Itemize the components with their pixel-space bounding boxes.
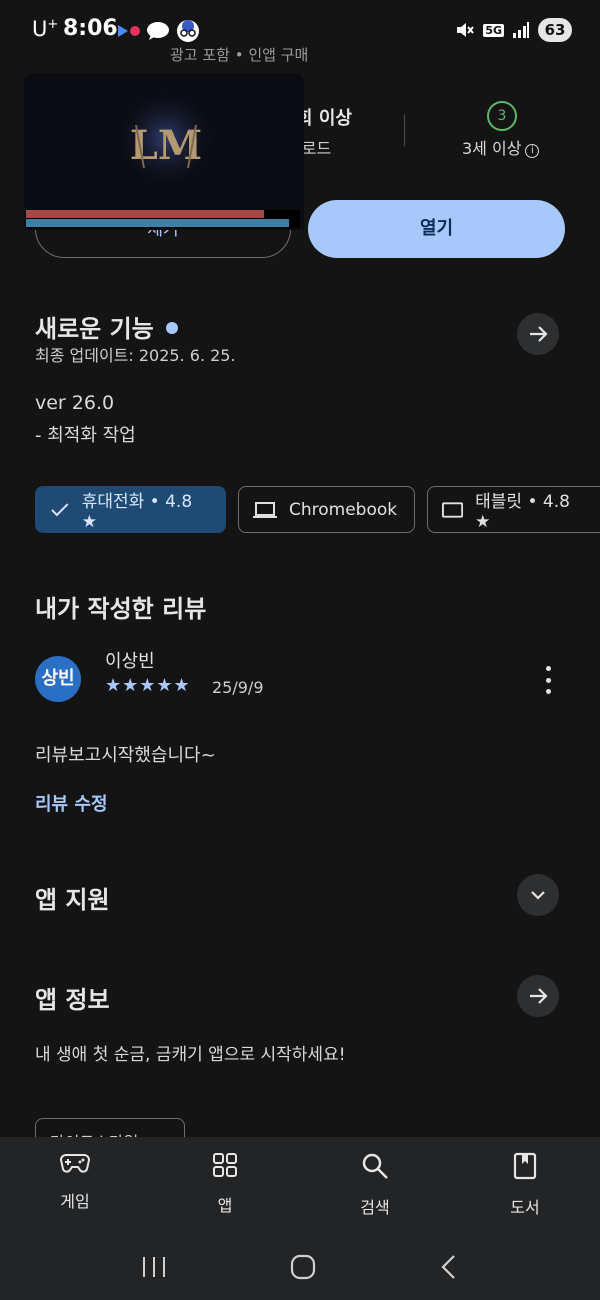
- review-date: 25/9/9: [212, 678, 264, 697]
- video-progress-blue: [26, 219, 289, 227]
- app-info-title: 앱 정보: [35, 986, 110, 1014]
- nav-label: 게임: [60, 1192, 90, 1211]
- chevron-down-icon: [531, 891, 545, 900]
- status-time: 8:06: [63, 16, 118, 41]
- version-text: ver 26.0: [35, 392, 115, 414]
- nav-games[interactable]: 게임: [25, 1152, 125, 1212]
- nav-books[interactable]: 도서: [475, 1152, 575, 1218]
- back-icon[interactable]: [439, 1254, 459, 1280]
- open-button[interactable]: 열기: [308, 200, 565, 258]
- review-text: 리뷰보고시작했습니다~: [35, 745, 216, 766]
- system-nav-bar: [0, 1234, 600, 1300]
- my-review-title: 내가 작성한 리뷰: [35, 595, 207, 623]
- video-progress-red: [26, 210, 264, 218]
- search-icon: [362, 1153, 388, 1179]
- gamepad-icon: [60, 1154, 90, 1173]
- age-rating-badge: 3: [487, 101, 517, 131]
- book-icon: [513, 1152, 537, 1180]
- version-note: - 최적화 작업: [35, 425, 136, 446]
- laptop-icon: [253, 501, 277, 518]
- recent-apps-icon[interactable]: [141, 1255, 167, 1279]
- more-options-icon[interactable]: [538, 666, 558, 694]
- tablet-icon: [442, 501, 464, 518]
- check-icon: [51, 502, 69, 516]
- downloads-count: 회 이상: [296, 108, 352, 129]
- whats-new-arrow-button[interactable]: [517, 313, 559, 355]
- arrow-right-icon: [530, 988, 548, 1004]
- battery-indicator: 63: [538, 18, 572, 42]
- device-chip-tablet[interactable]: 태블릿 • 4.8 ★: [427, 486, 600, 533]
- video-preview[interactable]: LM: [24, 73, 304, 230]
- avatar: 상빈: [35, 656, 81, 702]
- nav-label: 도서: [510, 1198, 540, 1217]
- notification-icons: [118, 20, 200, 42]
- app-sub-info: 광고 포함 • 인앱 구매: [170, 46, 309, 64]
- chat-bubble-icon: [147, 22, 169, 40]
- stats-divider: [404, 114, 405, 146]
- nav-label: 앱: [217, 1196, 233, 1215]
- system-status-icons: 5G 63: [455, 18, 572, 42]
- nav-search[interactable]: 검색: [325, 1152, 425, 1218]
- signal-icon: [513, 22, 529, 38]
- apps-grid-icon: [213, 1153, 237, 1177]
- new-indicator-dot: [165, 322, 178, 334]
- game-logo: LM: [24, 73, 304, 230]
- info-icon: i: [525, 144, 540, 158]
- network-type: 5G: [483, 23, 504, 37]
- edit-review-link[interactable]: 리뷰 수정: [35, 790, 108, 816]
- app-info-arrow-button[interactable]: [517, 975, 559, 1017]
- app-description: 내 생애 첫 순금, 금캐기 앱으로 시작하세요!: [35, 1045, 346, 1065]
- nav-apps[interactable]: 앱: [175, 1152, 275, 1216]
- review-stars: ★★★★★: [105, 675, 191, 696]
- app-support-expand-button[interactable]: [517, 874, 559, 916]
- carrier-label: U+: [32, 17, 59, 41]
- home-icon[interactable]: [290, 1254, 316, 1280]
- device-chip-phone[interactable]: 휴대전화 • 4.8 ★: [35, 486, 226, 533]
- media-dots-icon: [118, 25, 140, 37]
- character-icon: [177, 20, 199, 42]
- whats-new-title: 새로운 기능: [35, 309, 178, 344]
- mute-icon: [457, 23, 475, 37]
- app-support-title: 앱 지원: [35, 886, 110, 914]
- device-chip-label: 태블릿 • 4.8 ★: [475, 492, 570, 532]
- device-chip-label: 휴대전화 • 4.8 ★: [81, 492, 193, 532]
- reviewer-name: 이상빈: [105, 651, 155, 672]
- device-chip-chromebook[interactable]: Chromebook: [238, 486, 415, 533]
- age-rating-label[interactable]: 3세 이상 i: [462, 135, 540, 159]
- arrow-right-icon: [530, 326, 548, 342]
- nav-label: 검색: [360, 1198, 390, 1217]
- device-chip-label: Chromebook: [289, 499, 398, 520]
- last-updated: 최종 업데이트: 2025. 6. 25.: [35, 346, 236, 365]
